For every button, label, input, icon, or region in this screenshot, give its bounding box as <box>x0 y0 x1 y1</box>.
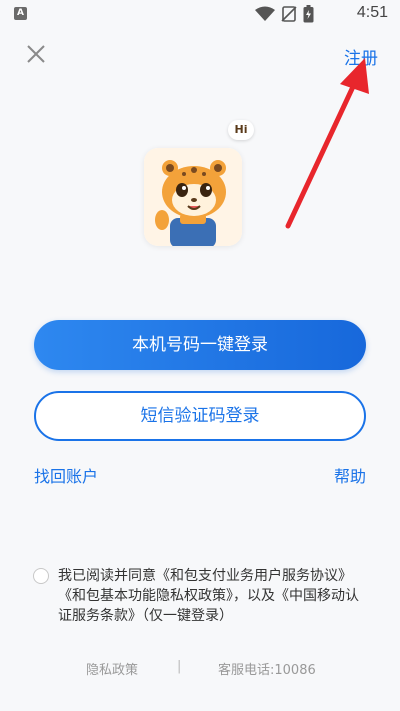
sms-login-button[interactable]: 短信验证码登录 <box>34 391 366 441</box>
app-indicator-icon: A <box>14 7 27 20</box>
close-icon <box>27 45 45 63</box>
customer-service-hotline[interactable]: 客服电话:10086 <box>218 659 316 678</box>
privacy-policy-link[interactable]: 隐私政策 <box>86 659 138 678</box>
battery-icon <box>303 5 314 23</box>
status-time: 4:51 <box>356 4 388 21</box>
status-bar: A 4:51 <box>0 0 400 28</box>
no-sim-icon <box>281 6 297 22</box>
register-link[interactable]: 注册 <box>344 44 378 69</box>
agreement-checkbox[interactable] <box>33 568 49 584</box>
tiger-mascot-icon <box>144 148 242 246</box>
one-click-login-button[interactable]: 本机号码一键登录 <box>34 320 366 370</box>
footer-separator: | <box>177 659 182 674</box>
footer: 隐私政策 | 客服电话:10086 <box>0 659 400 679</box>
status-icons <box>255 5 314 23</box>
close-button[interactable] <box>24 42 48 66</box>
recover-account-link[interactable]: 找回账户 <box>34 463 98 487</box>
wifi-icon <box>255 6 275 21</box>
red-arrow-annotation <box>285 58 369 229</box>
help-link[interactable]: 帮助 <box>334 463 366 487</box>
hi-badge: Hi <box>228 120 254 140</box>
agreement-text[interactable]: 我已阅读并同意《和包支付业务用户服务协议》《和包基本功能隐私权政策》，以及《中国… <box>58 566 368 626</box>
